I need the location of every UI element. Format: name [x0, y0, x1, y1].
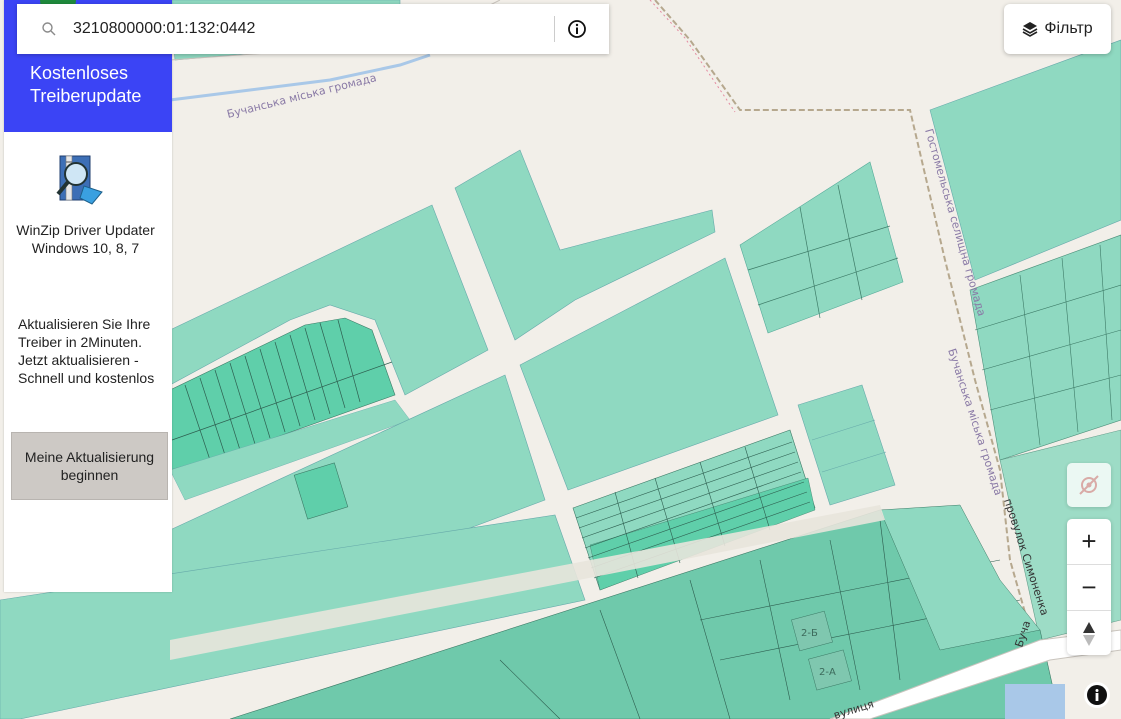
ad-cta-button[interactable]: Meine Aktualisierung beginnen: [11, 432, 168, 500]
location-off-icon: [1079, 475, 1099, 495]
compass-icon: [1083, 621, 1095, 646]
info-icon[interactable]: [566, 18, 588, 40]
filter-label: Фільтр: [1044, 20, 1093, 37]
zoom-in-button[interactable]: +: [1067, 519, 1111, 564]
zoom-out-button[interactable]: −: [1067, 565, 1111, 610]
search-divider: [554, 16, 555, 42]
compass-button[interactable]: [1067, 611, 1111, 656]
zoom-controls: + −: [1067, 519, 1111, 655]
ad-body-text[interactable]: Aktualisieren Sie Ihre Treiber in 2Minut…: [18, 315, 168, 387]
search-input[interactable]: [73, 16, 543, 42]
winzip-icon[interactable]: [52, 152, 106, 208]
locate-button[interactable]: [1067, 463, 1111, 507]
search-icon: [42, 22, 56, 36]
map-label-2b: 2-Б: [801, 628, 818, 639]
search-bar: [17, 4, 609, 54]
ad-banner[interactable]: Kostenloses Treiberupdate WinZip Driver …: [4, 0, 172, 592]
map-label-2a: 2-А: [819, 667, 836, 678]
ad-product[interactable]: WinZip Driver Updater Windows 10, 8, 7: [4, 221, 167, 257]
attribution-button[interactable]: [1084, 682, 1110, 708]
filter-button[interactable]: Фільтр: [1004, 4, 1111, 54]
ad-headline[interactable]: Kostenloses Treiberupdate: [30, 62, 170, 108]
info-icon: [1087, 685, 1107, 705]
layers-icon: [1022, 22, 1038, 37]
